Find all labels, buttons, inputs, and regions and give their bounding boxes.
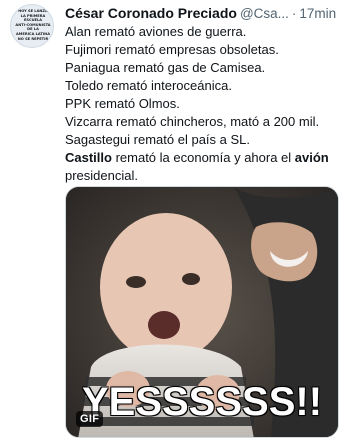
gif-caption: YESSSSSS!! <box>81 380 323 424</box>
separator-dot: · <box>291 6 297 21</box>
author-handle[interactable]: @Csa... <box>240 6 289 21</box>
gif-media[interactable]: YESSSSSS!! GIF <box>65 186 339 438</box>
bold-word: avión <box>294 150 329 165</box>
tweet-line: Vizcarra remató chincheros, mató a 200 m… <box>65 114 320 129</box>
avatar[interactable]: HOY SE LANZA LA PRIMERA ESCUELA ANTI-COM… <box>10 4 54 48</box>
tweet-header: César Coronado Preciado @Csa... · 17min <box>65 4 345 22</box>
tweet-line: Toledo remató interoceánica. <box>65 78 232 93</box>
tweet-timestamp[interactable]: 17min <box>299 6 336 21</box>
tweet-text: Alan remató aviones de guerra. Fujimori … <box>65 23 347 185</box>
tweet-line: Sagastegui remató el país a SL. <box>65 132 251 147</box>
tweet-line-last: Castillo remató la economía y ahora el a… <box>65 149 347 167</box>
tweet-line: PPK remató Olmos. <box>65 96 180 111</box>
tweet-line: Fujimori remató empresas obsoletas. <box>65 42 279 57</box>
tweet-line: Alan remató aviones de guerra. <box>65 24 247 39</box>
avatar-text: HOY SE LANZA LA PRIMERA ESCUELA ANTI-COM… <box>15 9 51 41</box>
author-name[interactable]: César Coronado Preciado <box>65 5 237 21</box>
tweet-line-middle: remató la economía y ahora el <box>111 150 295 165</box>
tweet-line: Paniagua remató gas de Camisea. <box>65 60 266 75</box>
tweet-line: presidencial. <box>65 168 138 183</box>
gif-badge: GIF <box>76 411 104 427</box>
bold-word: Castillo <box>65 150 112 165</box>
